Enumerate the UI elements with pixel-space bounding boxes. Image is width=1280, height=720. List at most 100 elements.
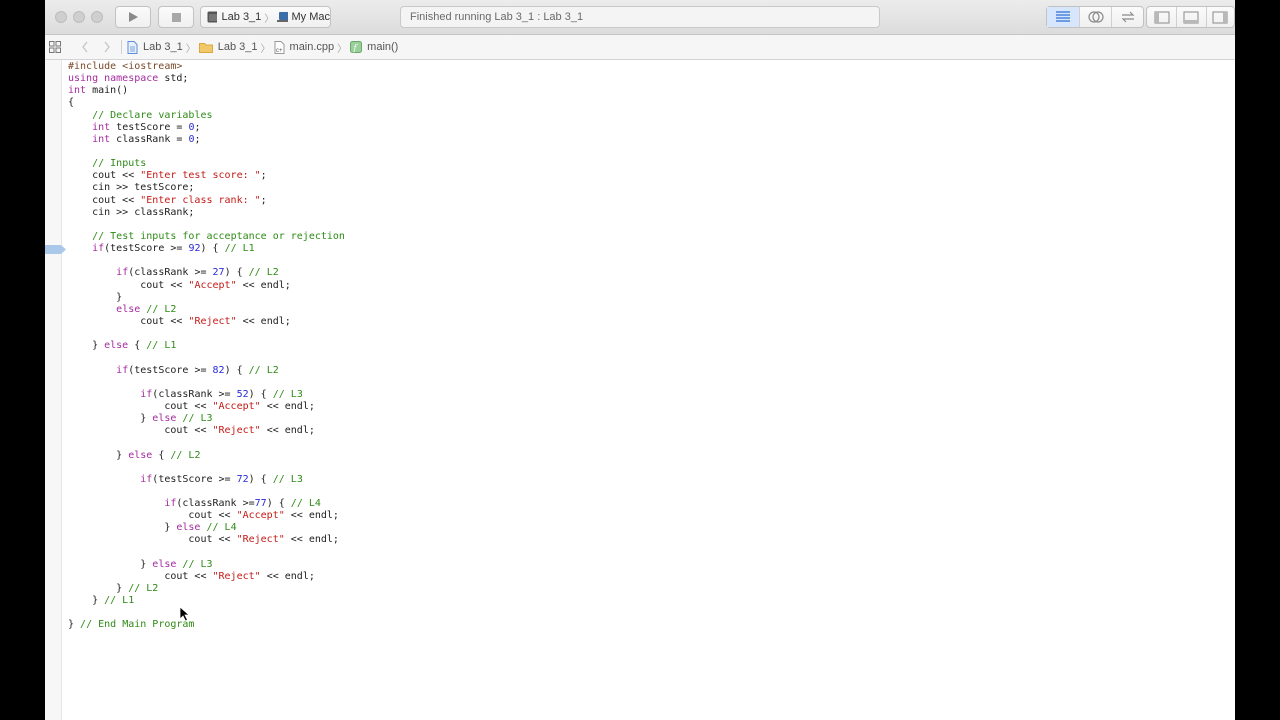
jumpbar-symbol-item[interactable]: f main() bbox=[350, 41, 398, 53]
version-editor-button[interactable] bbox=[1111, 7, 1143, 27]
code-token: (testScore >= bbox=[128, 364, 213, 376]
jumpbar-group-label: Lab 3_1 bbox=[217, 41, 258, 53]
jumpbar-file-item[interactable]: c+ main.cpp bbox=[274, 40, 335, 54]
code-token: using namespace bbox=[68, 73, 159, 85]
code-line: // Declare variables bbox=[68, 110, 345, 122]
jumpbar-project-item[interactable]: Lab 3_1 bbox=[127, 40, 183, 54]
code-token: main() bbox=[86, 85, 129, 97]
code-token: ) { bbox=[266, 498, 291, 510]
minimize-window-button[interactable] bbox=[73, 11, 85, 23]
code-token: // End Main Program bbox=[80, 619, 195, 631]
code-token: ) { bbox=[248, 388, 273, 400]
code-token: cout << bbox=[68, 194, 141, 206]
code-token: // L3 bbox=[272, 388, 303, 400]
code-token: if bbox=[140, 473, 153, 485]
code-token: cout << bbox=[68, 400, 213, 412]
code-token: if bbox=[140, 388, 153, 400]
chevron-right-icon: 〉 bbox=[260, 43, 271, 55]
jumpbar-symbol-label: main() bbox=[367, 41, 399, 53]
code-line: if(testScore >= 92) { // L1 bbox=[68, 243, 345, 255]
code-line: } else { // L1 bbox=[68, 340, 345, 352]
code-token: } bbox=[68, 340, 105, 352]
mac-device-icon bbox=[277, 12, 288, 22]
bottom-panel-icon bbox=[1183, 11, 1199, 23]
code-token: // L3 bbox=[182, 558, 213, 570]
code-line: cout << "Reject" << endl; bbox=[68, 534, 345, 546]
code-token: ; bbox=[260, 194, 267, 206]
jumpbar-file-label: main.cpp bbox=[289, 41, 335, 53]
chevron-right-icon bbox=[104, 41, 110, 53]
activity-status-view: Finished running Lab 3_1 : Lab 3_1 bbox=[400, 6, 880, 28]
code-line: cin >> classRank; bbox=[68, 207, 345, 219]
code-line: int main() bbox=[68, 85, 345, 97]
function-icon: f bbox=[350, 41, 363, 53]
code-token: "Reject" bbox=[188, 315, 237, 327]
code-line: if(classRank >=77) { // L4 bbox=[68, 498, 345, 510]
code-token: ; bbox=[194, 121, 201, 133]
jumpbar-group-item[interactable]: Lab 3_1 bbox=[198, 41, 258, 53]
code-token: (testScore >= bbox=[152, 473, 237, 485]
code-token: // L1 bbox=[146, 340, 177, 352]
standard-editor-button[interactable] bbox=[1047, 7, 1079, 27]
code-token: if bbox=[116, 364, 129, 376]
code-token: "Reject" bbox=[212, 570, 261, 582]
chevron-left-icon bbox=[82, 41, 88, 53]
code-line: int classRank = 0; bbox=[68, 134, 345, 146]
code-token: testScore = bbox=[110, 121, 189, 133]
forward-button[interactable] bbox=[103, 41, 111, 53]
close-window-button[interactable] bbox=[55, 11, 67, 23]
breakpoint-marker-icon[interactable] bbox=[45, 244, 67, 255]
code-token: classRank = bbox=[110, 133, 189, 145]
code-token: // Test inputs for acceptance or rejecti… bbox=[92, 230, 345, 242]
code-token: // L1 bbox=[104, 595, 135, 607]
code-line: } else { // L2 bbox=[68, 450, 345, 462]
code-line: if(testScore >= 82) { // L2 bbox=[68, 365, 345, 377]
code-line: cout << "Accept" << endl; bbox=[68, 401, 345, 413]
code-token: else bbox=[128, 449, 153, 461]
zoom-window-button[interactable] bbox=[91, 11, 103, 23]
stop-button[interactable] bbox=[158, 6, 194, 28]
code-line: #include <iostream> bbox=[68, 61, 345, 73]
toggle-utilities-button[interactable] bbox=[1205, 7, 1234, 27]
jump-bar: Lab 3_1 〉 Lab 3_1 〉 c+ main.cpp 〉 f main… bbox=[45, 35, 1235, 60]
code-token: cout << bbox=[68, 170, 141, 182]
assistant-editor-button[interactable] bbox=[1079, 7, 1111, 27]
code-line: cout << "Accept" << endl; bbox=[68, 510, 345, 522]
jumpbar-divider bbox=[121, 40, 122, 54]
code-token: } bbox=[68, 413, 153, 425]
toggle-navigator-button[interactable] bbox=[1147, 7, 1176, 27]
grid-icon bbox=[49, 41, 61, 53]
back-button[interactable] bbox=[81, 41, 89, 53]
code-token: // Declare variables bbox=[92, 109, 213, 121]
code-token: cout << bbox=[68, 510, 237, 522]
related-items-button[interactable] bbox=[49, 41, 61, 53]
source-editor[interactable]: #include <iostream> using namespace std; i… bbox=[68, 61, 345, 632]
code-line: using namespace std; bbox=[68, 73, 345, 85]
svg-text:c+: c+ bbox=[276, 48, 283, 54]
code-token: // L2 bbox=[146, 303, 177, 315]
code-line: } bbox=[68, 292, 345, 304]
code-token: ) { bbox=[224, 364, 249, 376]
code-token: << endl; bbox=[236, 279, 291, 291]
code-token: (classRank >= bbox=[152, 388, 237, 400]
code-token: // L3 bbox=[272, 473, 303, 485]
code-line: if(testScore >= 72) { // L3 bbox=[68, 474, 345, 486]
run-button[interactable] bbox=[115, 6, 151, 28]
code-token: "Accept" bbox=[212, 400, 261, 412]
scheme-selector[interactable]: Lab 3_1 〉 My Mac bbox=[200, 6, 331, 28]
code-token: { bbox=[128, 340, 147, 352]
code-line: } else // L4 bbox=[68, 522, 345, 534]
toggle-debug-area-button[interactable] bbox=[1176, 7, 1205, 27]
line-gutter[interactable] bbox=[45, 60, 62, 720]
code-token: } bbox=[68, 595, 105, 607]
code-token: 82 bbox=[212, 364, 225, 376]
